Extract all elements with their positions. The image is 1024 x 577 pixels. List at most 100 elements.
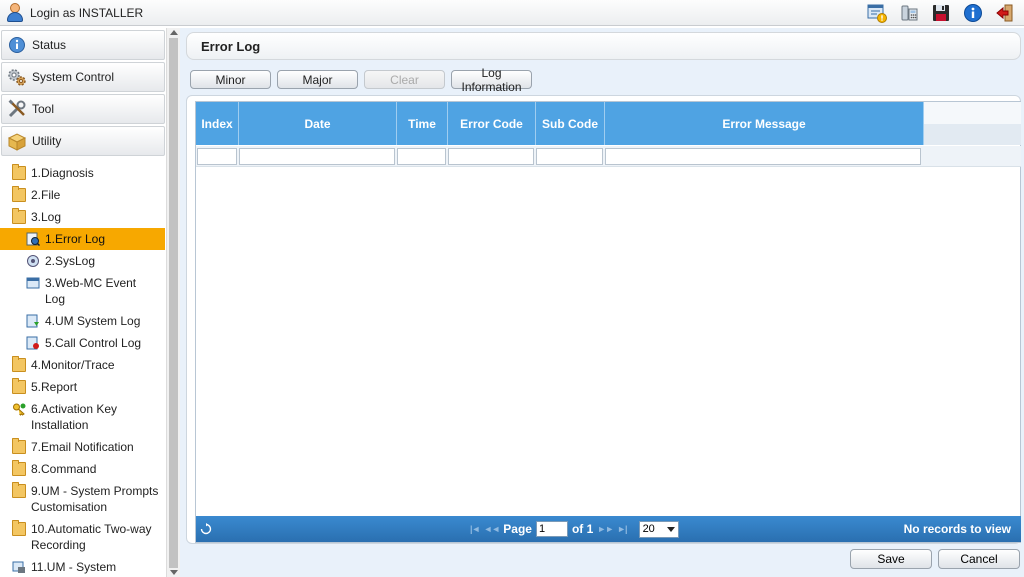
top-bar: Login as INSTALLER — [0, 0, 1024, 26]
folder-icon — [12, 378, 26, 394]
tree-item-diagnosis[interactable]: 1.Diagnosis — [0, 162, 166, 184]
column-header-date[interactable]: Date — [239, 102, 397, 145]
tools-icon — [6, 98, 28, 120]
scroll-up-icon[interactable] — [170, 30, 178, 35]
next-page-icon[interactable]: ►► — [597, 524, 614, 534]
prev-page-icon[interactable]: ◄◄ — [483, 524, 500, 534]
error-log-panel: Index Date Time Error Code Sub Code Erro… — [186, 95, 1021, 544]
cancel-button[interactable]: Cancel — [938, 549, 1020, 569]
folder-icon — [12, 460, 26, 476]
first-page-icon[interactable]: |◄ — [470, 524, 480, 534]
tree-item-label-line1: 10.Automatic Two-way — [31, 522, 152, 536]
tree-item-label-line1: 9.UM - System Prompts — [31, 484, 159, 498]
tree-item-activation-key[interactable]: 6.Activation Key Installation — [0, 398, 166, 436]
tree-item-label: 5.Report — [31, 380, 78, 394]
column-header-error-message[interactable]: Error Message — [605, 102, 924, 145]
key-icon — [12, 402, 26, 416]
scrollbar-thumb[interactable] — [169, 38, 178, 568]
notification-icon[interactable] — [866, 3, 888, 23]
filter-time-input[interactable] — [397, 147, 446, 165]
tree-item-label: 2.File — [31, 188, 61, 202]
filter-error-code-input[interactable] — [448, 147, 534, 165]
call-log-icon — [26, 336, 40, 350]
tree-item-label: 1.Diagnosis — [31, 166, 94, 180]
accordion-utility-label: Utility — [32, 134, 62, 148]
phone-icon[interactable] — [898, 3, 920, 23]
column-header-sub-code[interactable]: Sub Code — [536, 102, 605, 145]
save-button[interactable]: Save — [850, 549, 932, 569]
syslog-icon — [26, 254, 40, 268]
accordion-status[interactable]: Status — [1, 30, 165, 60]
folder-open-icon — [12, 208, 26, 224]
tree-item-error-log[interactable]: 1.Error Log — [0, 228, 165, 250]
page-size-select[interactable]: 20 — [638, 520, 679, 538]
error-log-grid: Index Date Time Error Code Sub Code Erro… — [195, 101, 1021, 543]
top-toolbar — [866, 3, 1016, 23]
tree-item-um-system-log[interactable]: 4.UM System Log — [0, 310, 166, 332]
tree-item-command[interactable]: 8.Command — [0, 458, 166, 480]
filter-sub-code-input[interactable] — [536, 147, 603, 165]
major-button[interactable]: Major — [277, 70, 358, 89]
logout-icon[interactable] — [994, 3, 1016, 23]
error-log-icon — [26, 232, 41, 247]
column-header-time[interactable]: Time — [397, 102, 448, 145]
gears-icon — [6, 66, 28, 88]
grid-pager: |◄ ◄◄ Page of 1 ►► ►| 20 No records to v… — [196, 516, 1021, 542]
tree-item-label: 4.UM System Log — [45, 314, 141, 328]
user-icon — [6, 2, 24, 23]
accordion-system-control[interactable]: System Control — [1, 62, 165, 92]
folder-icon — [12, 164, 26, 180]
folder-icon — [12, 438, 26, 454]
sidebar-scrollbar[interactable] — [166, 28, 180, 577]
tree-item-label: 7.Email Notification — [31, 440, 134, 454]
scroll-down-icon[interactable] — [170, 570, 178, 575]
filter-date-input[interactable] — [239, 147, 395, 165]
accordion-tool[interactable]: Tool — [1, 94, 165, 124]
page-label: Page — [503, 522, 532, 536]
accordion-utility[interactable]: Utility — [1, 126, 165, 156]
info-icon[interactable] — [962, 3, 984, 23]
refresh-icon[interactable] — [200, 523, 212, 535]
tree-item-auto-two-way-recording[interactable]: 10.Automatic Two-way Recording — [0, 518, 166, 556]
clear-button[interactable]: Clear — [364, 70, 445, 89]
tree-item-call-control-log[interactable]: 5.Call Control Log — [0, 332, 166, 354]
info-icon — [6, 34, 28, 56]
last-page-icon[interactable]: ►| — [617, 524, 627, 534]
tree-item-syslog[interactable]: 2.SysLog — [0, 250, 166, 272]
tree-item-email-notification[interactable]: 7.Email Notification — [0, 436, 166, 458]
um-log-icon — [26, 314, 40, 328]
save-disk-icon[interactable] — [930, 3, 952, 23]
tree-item-label-line2: Customisation — [31, 500, 108, 514]
tree-item-um-system[interactable]: 11.UM - System — [0, 556, 166, 577]
accordion-status-label: Status — [32, 38, 67, 52]
sidebar: Status System Control Tool Utility 1.Dia… — [0, 28, 166, 577]
grid-header-filler — [924, 102, 1021, 145]
page-number-input[interactable] — [535, 521, 568, 537]
log-information-button[interactable]: Log Information — [451, 66, 532, 94]
tree-item-report[interactable]: 5.Report — [0, 376, 166, 398]
tree-item-file[interactable]: 2.File — [0, 184, 166, 206]
tree-item-label: 5.Call Control Log — [45, 336, 142, 350]
records-status: No records to view — [903, 522, 1011, 536]
tree-item-webmc-event-log[interactable]: 3.Web-MC Event Log — [0, 272, 166, 310]
main-panel: Error Log Minor Major Clear Log Informat… — [180, 28, 1024, 577]
tree-item-label: 3.Log — [31, 210, 62, 224]
tree-item-monitor-trace[interactable]: 4.Monitor/Trace — [0, 354, 166, 376]
page-title: Error Log — [186, 32, 1021, 60]
tree-item-label-line1: 6.Activation Key — [31, 402, 118, 416]
action-buttons: Minor Major Clear Log Information — [190, 66, 532, 94]
column-header-error-code[interactable]: Error Code — [448, 102, 536, 145]
um-system-icon — [12, 560, 26, 574]
minor-button[interactable]: Minor — [190, 70, 271, 89]
tree-item-label-line1: 3.Web-MC Event — [45, 276, 137, 290]
utility-tree: 1.Diagnosis 2.File 3.Log 1.Error Log 2.S… — [0, 162, 166, 577]
column-header-index[interactable]: Index — [196, 102, 239, 145]
folder-icon — [12, 186, 26, 202]
folder-icon — [12, 520, 26, 536]
filter-error-message-input[interactable] — [605, 147, 921, 165]
tree-item-um-system-prompts[interactable]: 9.UM - System Prompts Customisation — [0, 480, 166, 518]
filter-row — [196, 146, 1021, 167]
filter-index-input[interactable] — [197, 147, 237, 165]
tree-item-log[interactable]: 3.Log — [0, 206, 166, 228]
tree-item-label-line2: Recording — [31, 538, 86, 552]
